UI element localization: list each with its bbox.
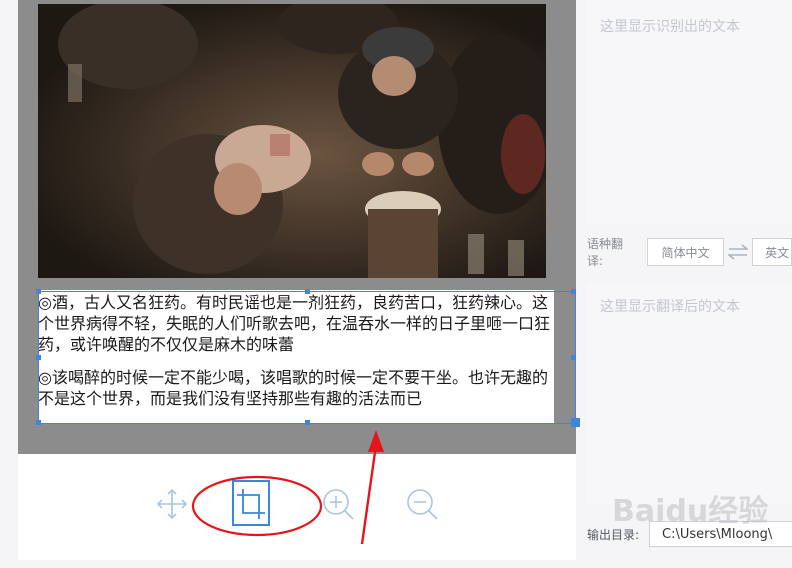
resize-handle[interactable] [571, 418, 580, 427]
move-button[interactable] [154, 484, 190, 524]
translated-text-placeholder: 这里显示翻译后的文本 [600, 299, 740, 315]
resize-handle[interactable] [571, 355, 576, 360]
ocr-app-window: ◎酒，古人又名狂药。有时民谣也是一剂狂药，良药苦口，狂药辣心。这个世界病得不轻，… [0, 0, 792, 568]
recognized-text-placeholder: 这里显示识别出的文本 [600, 19, 740, 35]
output-directory-row: 输出目录: C:\Users\Mloong\ [586, 520, 792, 548]
resize-handle[interactable] [571, 289, 576, 294]
translation-language-row: 语种翻译: 简体中文 英文 [586, 236, 792, 268]
zoom-in-icon [320, 486, 356, 522]
translation-label: 语种翻译: [587, 237, 624, 268]
preview-panel: ◎酒，古人又名狂药。有时民谣也是一剂狂药，良药苦口，狂药辣心。这个世界病得不轻，… [18, 0, 580, 560]
source-language-select[interactable]: 简体中文 [646, 238, 725, 266]
move-arrows-icon [155, 487, 189, 521]
crop-icon [236, 486, 266, 520]
crop-button[interactable] [232, 480, 270, 526]
document-text-region: ◎酒，古人又名狂药。有时民谣也是一剂狂药，良药苦口，狂药辣心。这个世界病得不轻，… [38, 290, 554, 424]
recognized-text-area[interactable]: 这里显示识别出的文本 [586, 0, 792, 224]
document-paragraph: ◎该喝醉的时候一定不能少喝，该唱歌的时候一定不要干坐。也许无趣的不是这个世界，而… [38, 368, 548, 408]
photo-image [38, 4, 546, 278]
result-panel: 这里显示识别出的文本 语种翻译: 简体中文 英文 这里显示翻译后的文本 输出目录… [586, 0, 792, 568]
image-canvas[interactable]: ◎酒，古人又名狂药。有时民谣也是一剂狂药，良药苦口，狂药辣心。这个世界病得不轻，… [18, 0, 580, 454]
output-directory-label: 输出目录: [587, 527, 640, 542]
translated-text-area[interactable]: 这里显示翻译后的文本 [586, 282, 792, 504]
output-directory-field[interactable]: C:\Users\Mloong\ [649, 521, 792, 547]
target-language-select[interactable]: 英文 [752, 238, 792, 266]
zoom-out-button[interactable] [404, 484, 440, 524]
swap-arrows-icon[interactable] [727, 242, 749, 262]
document-paragraph: ◎酒，古人又名狂药。有时民谣也是一剂狂药，良药苦口，狂药辣心。这个世界病得不轻，… [38, 293, 551, 354]
zoom-in-button[interactable] [320, 484, 356, 524]
image-toolbar [18, 454, 576, 560]
zoom-out-icon [404, 486, 440, 522]
